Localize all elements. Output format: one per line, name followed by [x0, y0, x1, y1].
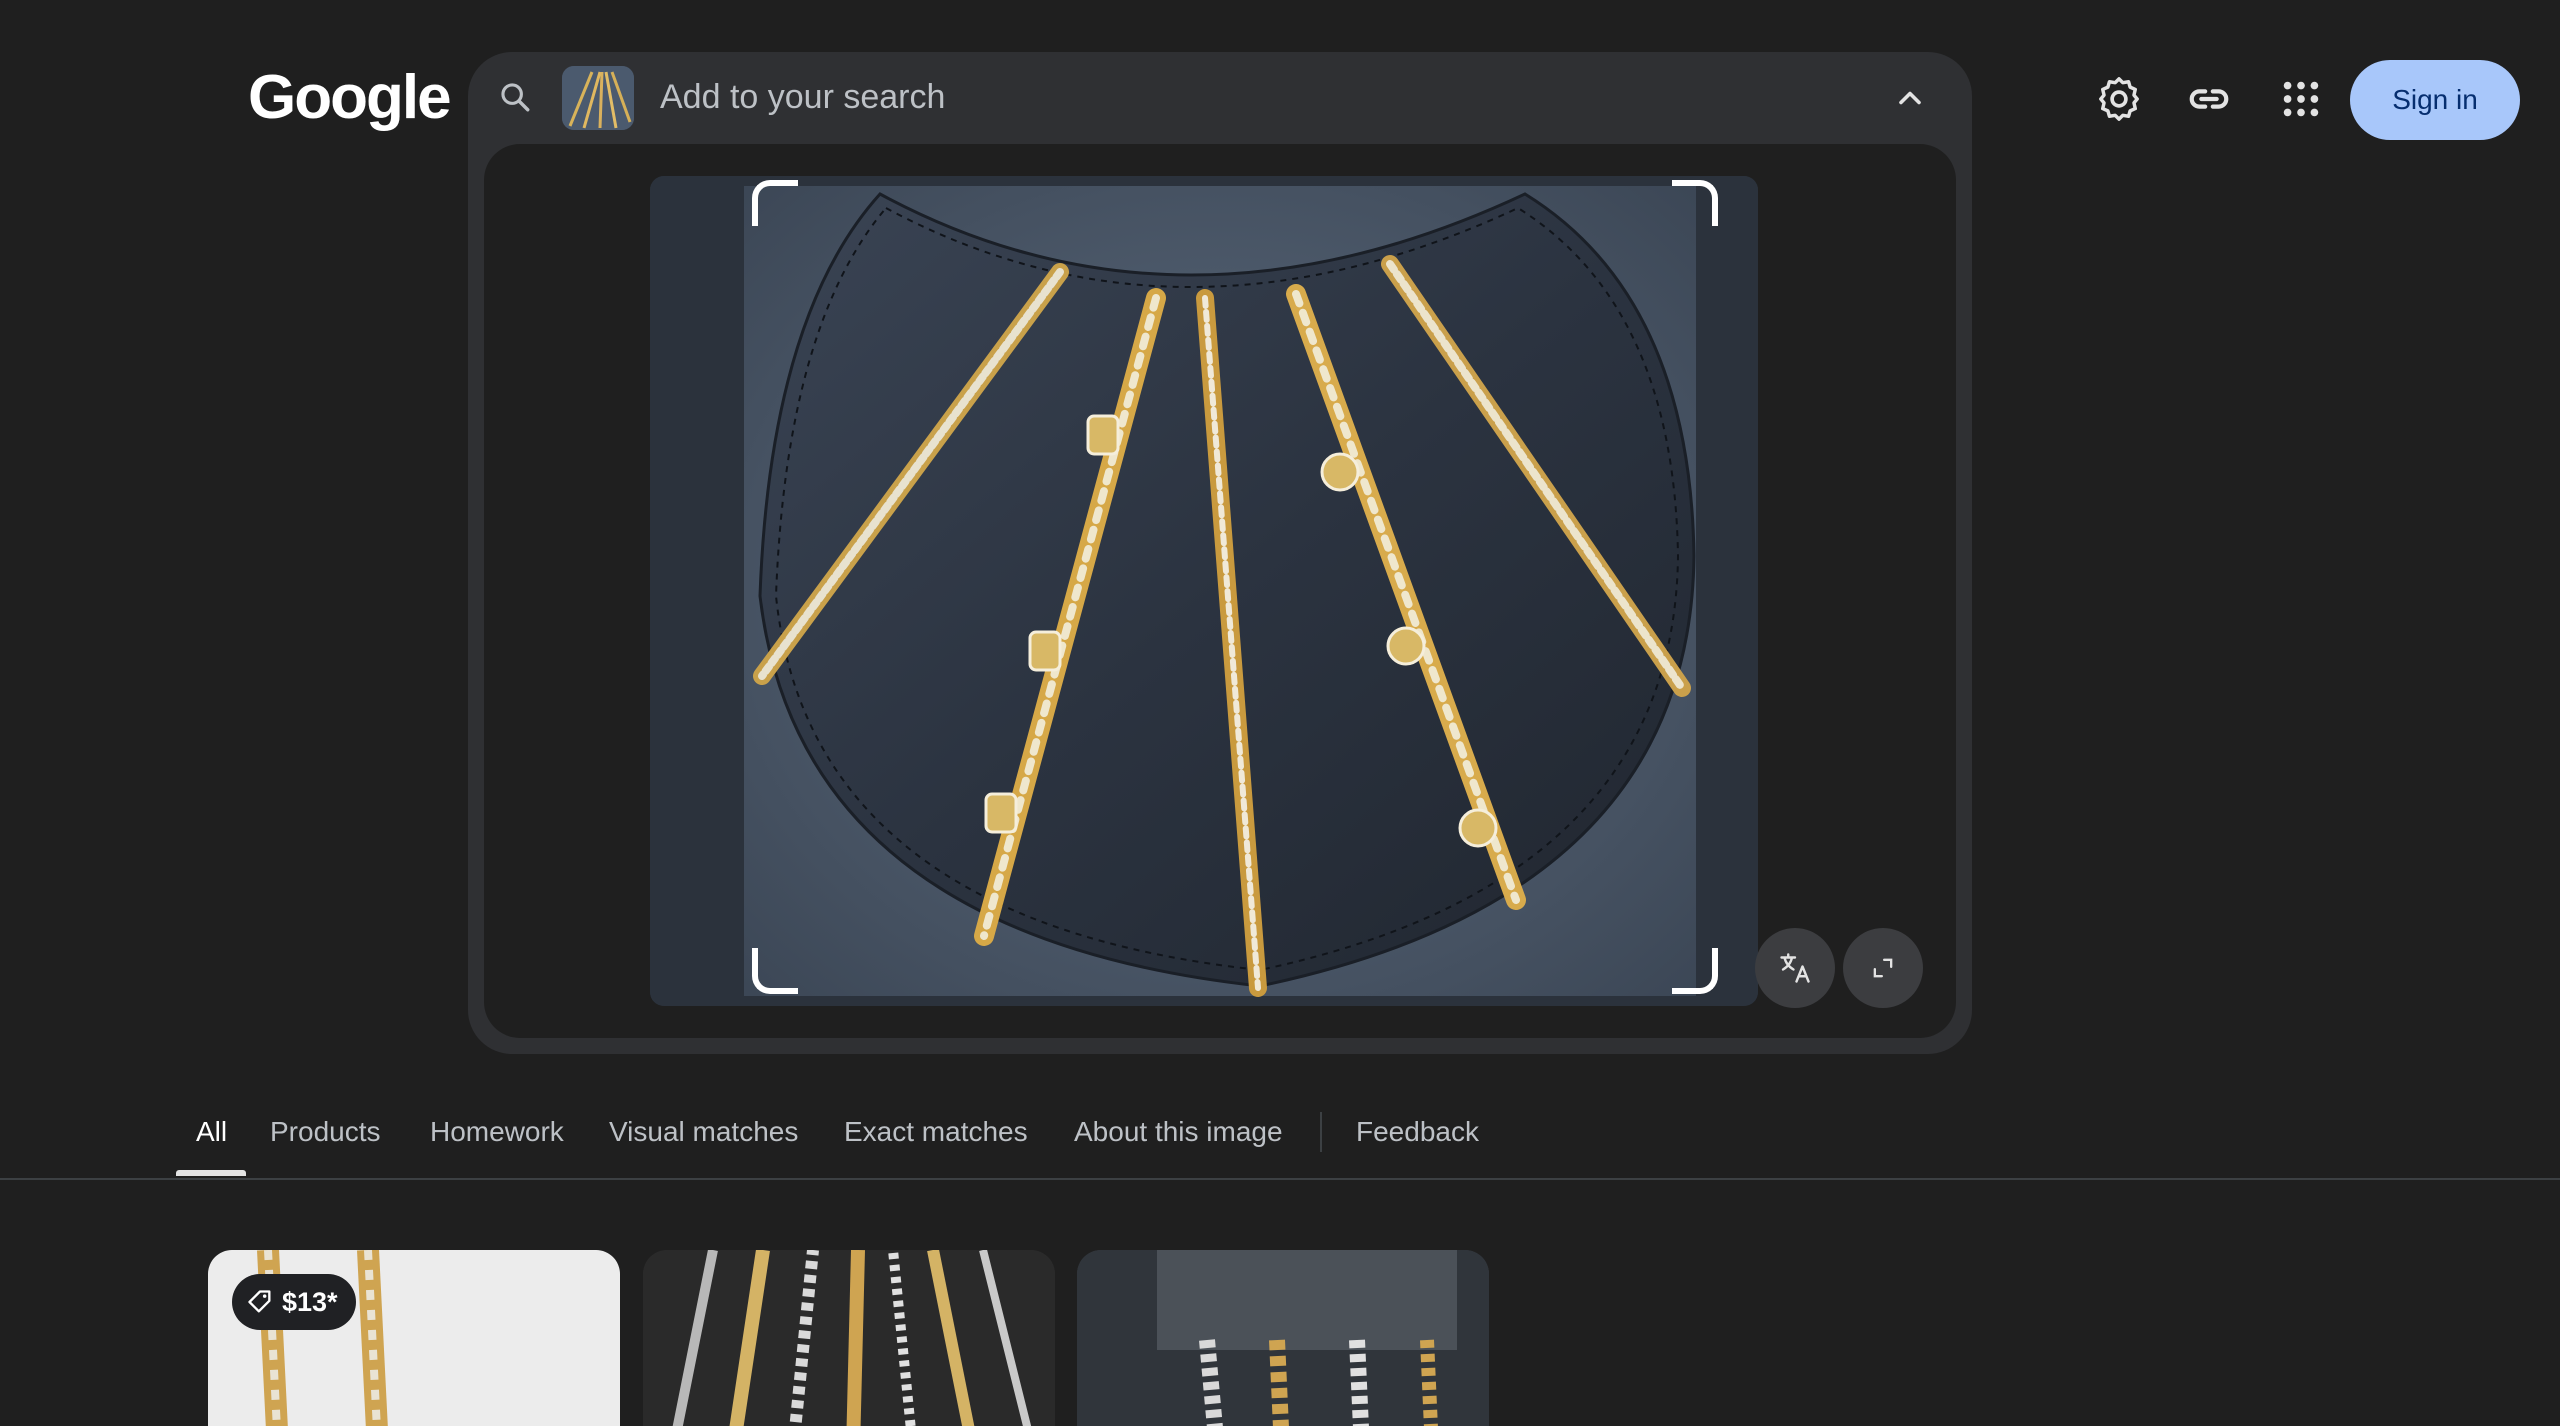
tab-feedback[interactable]: Feedback [1356, 1116, 1479, 1148]
tab-about-this-image[interactable]: About this image [1074, 1116, 1283, 1148]
tab-visual-matches[interactable]: Visual matches [609, 1116, 798, 1148]
search-placeholder[interactable]: Add to your search [660, 78, 945, 117]
translate-icon [1780, 953, 1810, 983]
gear-icon[interactable] [2096, 76, 2142, 122]
apps-grid-icon[interactable] [2278, 76, 2324, 122]
query-image-thumbnail[interactable] [562, 66, 634, 130]
search-icon[interactable] [498, 80, 532, 114]
google-logo[interactable]: Google [248, 62, 452, 133]
price-badge: $13* [232, 1274, 356, 1330]
tab-all[interactable]: All [196, 1116, 227, 1148]
result-card[interactable] [1077, 1250, 1489, 1426]
translate-button[interactable] [1755, 928, 1835, 1008]
result-card[interactable] [643, 1250, 1055, 1426]
tab-homework[interactable]: Homework [430, 1116, 564, 1148]
sign-in-button[interactable]: Sign in [2350, 60, 2520, 140]
result-tabs: All Products Homework Visual matches Exa… [0, 1092, 2560, 1180]
price-text: $13* [282, 1286, 338, 1317]
chevron-up-icon[interactable] [1892, 80, 1928, 116]
expand-button[interactable] [1843, 928, 1923, 1008]
active-tab-indicator [176, 1170, 246, 1176]
result-card[interactable]: $13* [208, 1250, 620, 1426]
search-bar[interactable]: Add to your search [468, 52, 1972, 144]
tab-exact-matches[interactable]: Exact matches [844, 1116, 1028, 1148]
query-image-preview[interactable] [650, 176, 1758, 1006]
tag-icon [248, 1290, 271, 1313]
expand-icon [1873, 958, 1893, 978]
link-icon[interactable] [2186, 76, 2232, 122]
tab-products[interactable]: Products [270, 1116, 381, 1148]
tab-divider [1320, 1112, 1322, 1152]
